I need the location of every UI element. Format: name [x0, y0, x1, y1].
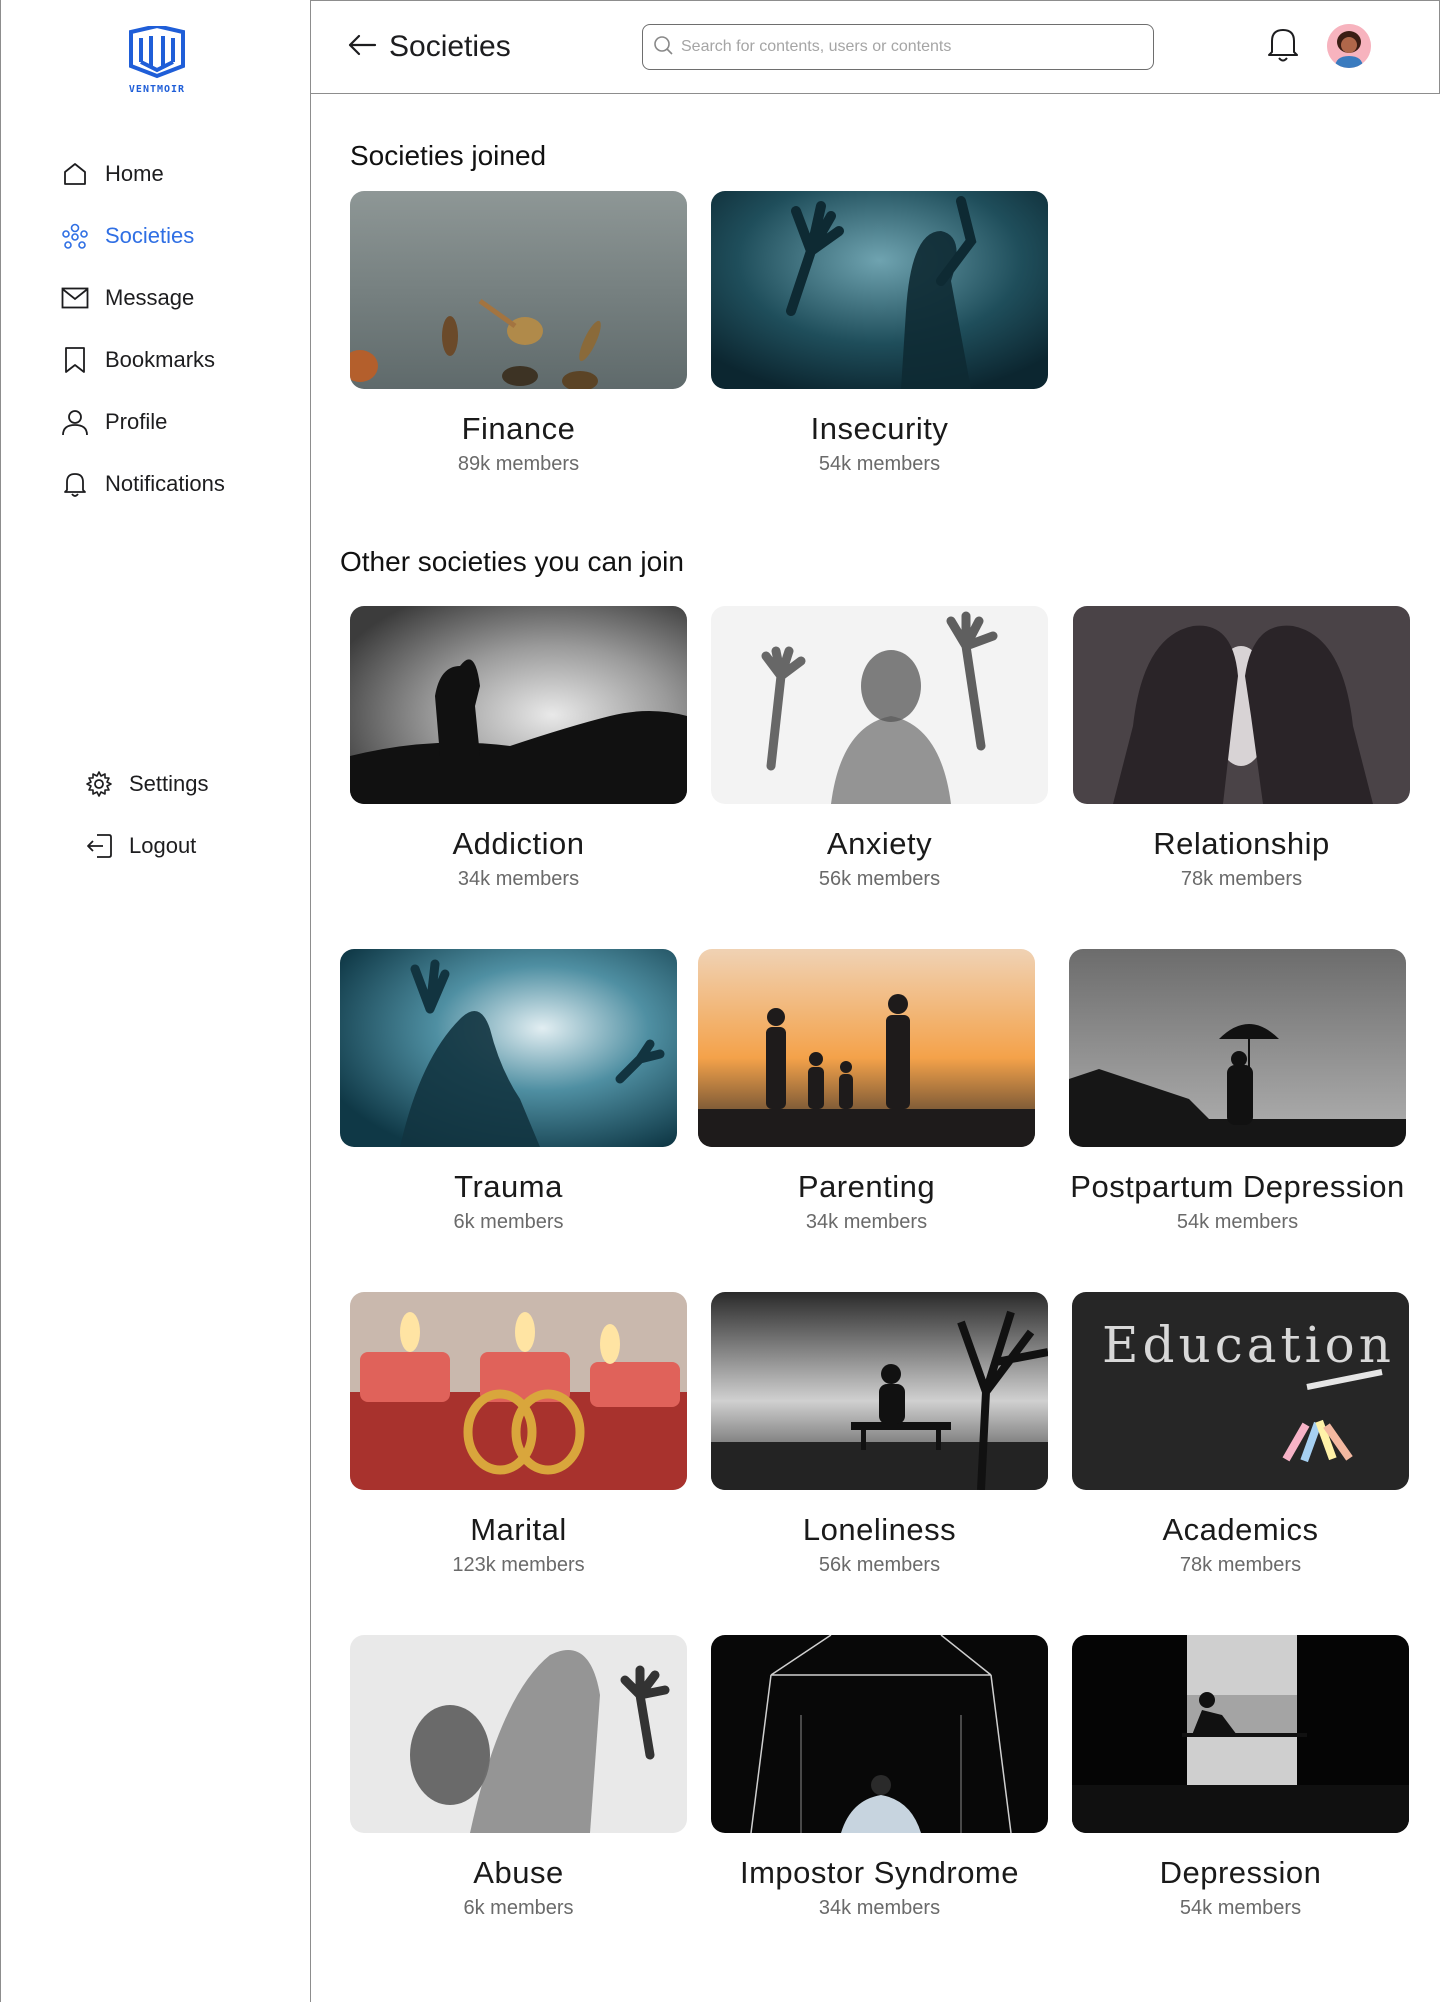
society-image-parenting [698, 949, 1035, 1147]
arrow-left-icon [347, 30, 377, 64]
society-image-marital [350, 1292, 687, 1490]
society-image-insecurity [711, 191, 1048, 389]
society-image-academics: Education [1072, 1292, 1409, 1490]
society-name: Finance [461, 411, 576, 446]
notifications-button[interactable] [1266, 25, 1300, 68]
society-name: Impostor Syndrome [740, 1855, 1019, 1890]
svg-text:Education: Education [1102, 1316, 1395, 1374]
society-name: Postpartum Depression [1070, 1169, 1405, 1204]
bell-icon [1266, 29, 1300, 67]
sidebar-item-notifications[interactable]: Notifications [61, 470, 225, 498]
society-name: Loneliness [802, 1512, 957, 1547]
sidebar-item-bookmarks[interactable]: Bookmarks [61, 346, 215, 374]
logout-icon [85, 832, 113, 860]
member-count: 78k members [1180, 868, 1303, 890]
sidebar-item-profile[interactable]: Profile [61, 408, 167, 436]
member-count: 56k members [818, 868, 941, 890]
gear-icon [85, 770, 113, 798]
bookmark-icon [61, 346, 89, 374]
member-count: 54k members [1176, 1211, 1299, 1233]
sidebar-item-label: Logout [129, 833, 197, 858]
member-count: 54k members [818, 453, 941, 475]
mail-icon [61, 284, 89, 312]
member-count: 6k members [463, 1897, 574, 1919]
back-button[interactable]: Societies [347, 30, 511, 64]
society-card[interactable]: Depression 54k members [1072, 1635, 1409, 1920]
society-name: Academics [1162, 1512, 1319, 1547]
society-image-postpartum [1069, 949, 1406, 1147]
user-icon [61, 408, 89, 436]
sidebar-item-label: Message [105, 285, 195, 310]
society-card[interactable]: Parenting 34k members [698, 949, 1035, 1234]
society-card[interactable]: Relationship 78k members [1073, 606, 1410, 891]
section-title-others: Other societies you can join [340, 546, 684, 577]
sidebar-item-home[interactable]: Home [61, 160, 164, 188]
member-count: 6k members [453, 1211, 564, 1233]
sidebar-item-label: Settings [129, 771, 209, 796]
societies-icon [61, 222, 89, 250]
society-name: Parenting [797, 1169, 936, 1204]
society-card[interactable]: Marital 123k members [350, 1292, 687, 1577]
sidebar-item-label: Bookmarks [105, 347, 216, 372]
search-bar[interactable] [642, 24, 1154, 70]
society-card[interactable]: Trauma 6k members [340, 949, 677, 1234]
member-count: 54k members [1179, 1897, 1302, 1919]
sidebar-item-societies[interactable]: Societies [61, 222, 194, 250]
society-name: Addiction [452, 826, 585, 861]
society-name: Marital [470, 1512, 567, 1547]
sidebar-item-label: Societies [105, 223, 195, 248]
member-count: 34k members [805, 1211, 928, 1233]
search-icon [653, 35, 673, 60]
society-image-relationship [1073, 606, 1410, 804]
member-count: 34k members [457, 868, 580, 890]
society-card[interactable]: Impostor Syndrome 34k members [711, 1635, 1048, 1920]
society-card[interactable]: Abuse 6k members [350, 1635, 687, 1920]
logo-text: VENTMOIR [128, 84, 186, 95]
society-image-anxiety [711, 606, 1048, 804]
member-count: 123k members [452, 1554, 585, 1576]
sidebar: VENTMOIR Home Societies Message Bookmark… [0, 0, 311, 2002]
society-name: Abuse [473, 1855, 564, 1890]
section-title-joined: Societies joined [350, 140, 547, 171]
avatar[interactable] [1327, 24, 1371, 68]
society-image-impostor [711, 1635, 1048, 1833]
society-card[interactable]: Finance 89k members [350, 191, 687, 476]
sidebar-item-label: Home [105, 161, 164, 186]
member-count: 78k members [1179, 1554, 1302, 1576]
society-name: Anxiety [826, 826, 933, 861]
search-input[interactable] [681, 38, 1141, 56]
member-count: 56k members [818, 1554, 941, 1576]
home-icon [61, 160, 89, 188]
society-card[interactable]: Insecurity 54k members [711, 191, 1048, 476]
society-image-abuse [350, 1635, 687, 1833]
society-card[interactable]: Loneliness 56k members [711, 1292, 1048, 1577]
member-count: 89k members [457, 453, 580, 475]
sidebar-item-settings[interactable]: Settings [85, 770, 209, 798]
society-image-finance [350, 191, 687, 389]
sidebar-item-label: Profile [105, 409, 168, 434]
logo-icon [129, 26, 185, 79]
society-image-addiction [350, 606, 687, 804]
sidebar-item-logout[interactable]: Logout [85, 832, 196, 860]
society-name: Relationship [1153, 826, 1330, 861]
society-image-depression [1072, 1635, 1409, 1833]
society-name: Depression [1159, 1855, 1322, 1890]
society-card[interactable]: Anxiety 56k members [711, 606, 1048, 891]
sidebar-item-label: Notifications [105, 471, 225, 496]
bell-icon [61, 470, 89, 498]
top-bar: Societies [311, 0, 1440, 94]
app-logo[interactable]: VENTMOIR [121, 26, 193, 95]
society-image-loneliness [711, 1292, 1048, 1490]
society-card[interactable]: Addiction 34k members [350, 606, 687, 891]
society-name: Trauma [454, 1169, 563, 1204]
society-image-trauma [340, 949, 677, 1147]
society-name: Insecurity [810, 411, 949, 446]
member-count: 34k members [818, 1897, 941, 1919]
page-title: Societies [389, 30, 511, 63]
society-card[interactable]: Education Academics 78k members [1072, 1292, 1409, 1577]
society-card[interactable]: Postpartum Depression 54k members [1069, 949, 1406, 1234]
sidebar-item-message[interactable]: Message [61, 284, 194, 312]
